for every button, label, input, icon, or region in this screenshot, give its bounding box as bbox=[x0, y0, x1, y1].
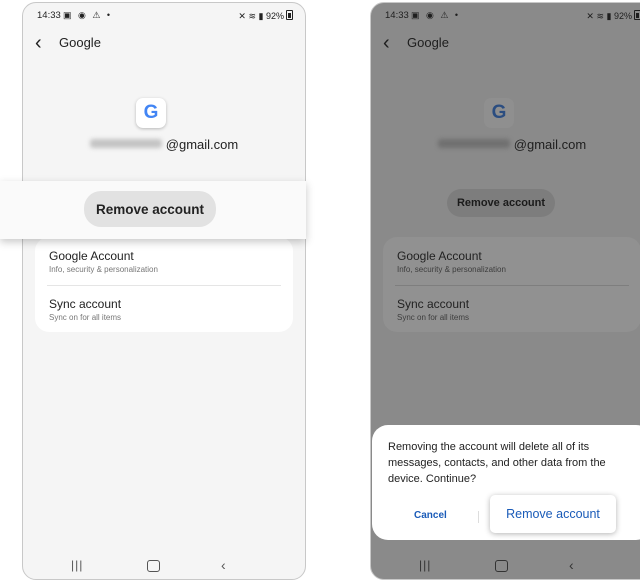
remove-account-highlight-band: Remove account bbox=[0, 181, 306, 239]
back-chevron-icon[interactable]: ‹ bbox=[35, 33, 42, 53]
remove-account-dialog: Removing the account will delete all of … bbox=[372, 425, 640, 540]
email-domain: @gmail.com bbox=[513, 137, 587, 152]
notification-icons: ▣ ◉ ⚠ • bbox=[63, 10, 113, 20]
confirm-remove-account-button[interactable]: Remove account bbox=[490, 495, 616, 533]
signal-icon: ▮ bbox=[258, 11, 264, 21]
page-title: Google bbox=[59, 35, 101, 50]
account-options-card: Google Account Info, security & personal… bbox=[383, 237, 640, 332]
home-icon[interactable] bbox=[147, 560, 160, 572]
back-icon[interactable]: ‹ bbox=[569, 557, 574, 573]
menu-item-subtitle: Sync on for all items bbox=[397, 313, 470, 322]
page-title: Google bbox=[407, 35, 449, 50]
wifi-icon: ≋ bbox=[596, 11, 604, 21]
battery-icon bbox=[286, 10, 293, 20]
status-time: 14:33 bbox=[385, 10, 409, 21]
menu-item-title: Sync account bbox=[49, 297, 122, 311]
account-email: @gmail.com bbox=[371, 137, 640, 152]
menu-item-google-account[interactable]: Google Account Info, security & personal… bbox=[49, 249, 158, 274]
system-icons: ✕ ≋ ▮ 92% bbox=[238, 10, 293, 22]
email-domain: @gmail.com bbox=[165, 137, 239, 152]
google-logo-icon: G bbox=[136, 98, 166, 128]
menu-item-subtitle: Info, security & personalization bbox=[397, 265, 506, 274]
notification-icons: ▣ ◉ ⚠ • bbox=[411, 10, 461, 20]
wifi-icon: ≋ bbox=[248, 11, 256, 21]
status-bar: 14:33 ▣ ◉ ⚠ • ✕ ≋ ▮ 92% bbox=[23, 9, 305, 23]
dialog-message: Removing the account will delete all of … bbox=[388, 441, 606, 485]
google-logo-icon: G bbox=[484, 98, 514, 128]
menu-item-subtitle: Info, security & personalization bbox=[49, 265, 158, 274]
menu-item-title: Google Account bbox=[49, 249, 134, 263]
menu-item-google-account[interactable]: Google Account Info, security & personal… bbox=[397, 249, 506, 274]
battery-icon bbox=[634, 10, 640, 20]
divider bbox=[395, 285, 629, 286]
account-options-card: Google Account Info, security & personal… bbox=[35, 237, 293, 332]
menu-item-sync-account[interactable]: Sync account Sync on for all items bbox=[397, 297, 469, 322]
menu-item-title: Sync account bbox=[397, 297, 470, 311]
email-username-blurred bbox=[437, 139, 510, 148]
home-icon[interactable] bbox=[495, 560, 508, 572]
menu-item-sync-account[interactable]: Sync account Sync on for all items bbox=[49, 297, 121, 322]
back-icon[interactable]: ‹ bbox=[221, 557, 226, 573]
dialog-button-divider bbox=[478, 511, 479, 523]
system-icons: ✕ ≋ ▮ 92% bbox=[586, 10, 640, 22]
mute-icon: ✕ bbox=[238, 11, 246, 21]
mute-icon: ✕ bbox=[586, 11, 594, 21]
recent-apps-icon[interactable]: ||| bbox=[71, 557, 83, 573]
status-time: 14:33 bbox=[37, 10, 61, 21]
remove-account-button[interactable]: Remove account bbox=[84, 191, 216, 227]
cancel-button[interactable]: Cancel bbox=[414, 510, 447, 521]
status-bar: 14:33 ▣ ◉ ⚠ • ✕ ≋ ▮ 92% bbox=[371, 9, 640, 23]
menu-item-subtitle: Sync on for all items bbox=[49, 313, 122, 322]
menu-item-title: Google Account bbox=[397, 249, 482, 263]
phone-right-screen: 14:33 ▣ ◉ ⚠ • ✕ ≋ ▮ 92% ‹ Google G @gmai… bbox=[370, 2, 640, 580]
account-email: @gmail.com bbox=[23, 137, 305, 152]
recent-apps-icon[interactable]: ||| bbox=[419, 557, 431, 573]
divider bbox=[47, 285, 281, 286]
back-chevron-icon[interactable]: ‹ bbox=[383, 33, 390, 53]
phone-left-screen: 14:33 ▣ ◉ ⚠ • ✕ ≋ ▮ 92% ‹ Google G @gmai… bbox=[22, 2, 306, 580]
navigation-bar: ||| ‹ bbox=[23, 557, 305, 573]
navigation-bar: ||| ‹ bbox=[371, 557, 640, 573]
email-username-blurred bbox=[89, 139, 162, 148]
remove-account-button[interactable]: Remove account bbox=[447, 189, 555, 217]
battery-percent: 92% bbox=[613, 11, 632, 21]
battery-percent: 92% bbox=[265, 11, 284, 21]
signal-icon: ▮ bbox=[606, 11, 612, 21]
